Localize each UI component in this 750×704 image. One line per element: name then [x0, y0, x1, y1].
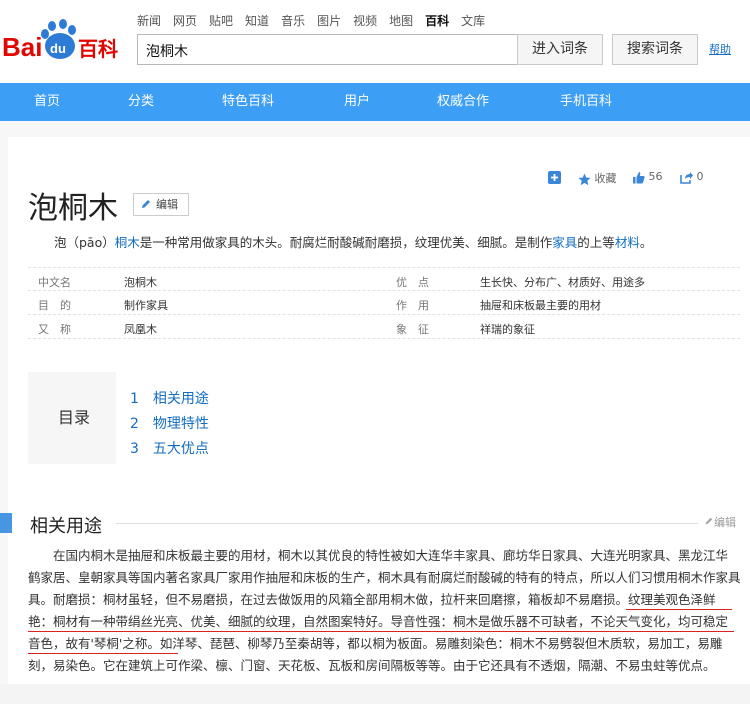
info-key: 目 的	[38, 299, 71, 312]
share-count: 0	[696, 170, 704, 183]
star-icon	[578, 173, 591, 185]
like-button[interactable]: 56	[632, 170, 663, 184]
add-icon[interactable]	[548, 170, 561, 184]
nav-user[interactable]: 用户	[344, 83, 370, 121]
share-button[interactable]: 0	[680, 170, 704, 184]
highlight-underline	[28, 653, 178, 654]
summary-part: 的上等	[577, 235, 615, 250]
nav-category[interactable]: 分类	[128, 83, 154, 121]
nav-home[interactable]: 首页	[34, 83, 60, 121]
info-key: 中文名	[38, 276, 71, 289]
link-cailiao[interactable]: 材料	[615, 235, 640, 250]
link-jiaju[interactable]: 家具	[552, 235, 577, 250]
summary-text: 泡（pāo）桐木是一种常用做家具的木头。耐腐烂耐酸碱耐磨损，纹理优美、细腻。是制…	[54, 232, 652, 251]
highlight-underline	[28, 631, 734, 632]
main-nav: 首页 分类 特色百科 用户 权威合作 手机百科	[0, 83, 750, 121]
edit-button[interactable]: 编辑	[133, 193, 189, 216]
enter-entry-button[interactable]: 进入词条	[517, 34, 603, 65]
page-gap	[0, 121, 750, 137]
pencil-icon	[705, 517, 713, 525]
section-edit-label: 编辑	[714, 516, 736, 529]
nav-featured[interactable]: 特色百科	[222, 83, 274, 121]
info-key: 象 征	[396, 323, 429, 336]
highlight-underline	[626, 609, 732, 610]
search-input[interactable]: 泡桐木	[137, 34, 518, 65]
table-of-contents: 目录 1 相关用途 2 物理特性 3 五大优点	[28, 372, 740, 464]
section-title: 相关用途	[30, 516, 102, 537]
edit-button-label: 编辑	[156, 198, 178, 211]
left-gutter	[0, 137, 8, 704]
paragraph-line: 具。耐磨损：桐材虽轻，但不易磨损，在过去做饭用的风箱全部用桐木做，拉杆来回磨擦，…	[28, 592, 716, 607]
page-title: 泡桐木	[28, 191, 118, 226]
summary-part: 。	[639, 235, 653, 250]
info-value: 生长快、分布广、材质好、用途多	[480, 276, 645, 289]
summary-part: 泡（pāo）	[54, 235, 115, 250]
info-key: 又 称	[38, 323, 71, 336]
link-tongmu[interactable]: 桐木	[115, 235, 140, 250]
topnav-baike[interactable]: 百科	[425, 14, 449, 28]
logo-du-text: du	[50, 41, 66, 56]
info-row: 又 称 凤凰木 象 征 祥瑞的象征	[28, 315, 740, 339]
page-bottom	[0, 684, 750, 704]
paragraph-line: 鹤家居、皇朝家具等国内著名家具厂家用作抽屉和床板的生产，桐木具有耐腐烂耐酸碱的特…	[28, 570, 740, 585]
topnav-video[interactable]: 视频	[353, 14, 377, 28]
share-icon	[680, 171, 693, 184]
section-divider	[116, 523, 698, 524]
info-value: 凤凰木	[124, 323, 157, 336]
paragraph-line: 刻，易染色。它在建筑上可作梁、檩、门窗、天花板、瓦板和房间隔板等等。由于它还具有…	[28, 658, 716, 673]
collect-button[interactable]: 收藏	[578, 170, 617, 186]
toc-item-physical-properties[interactable]: 2 物理特性	[130, 413, 209, 433]
paragraph-line: 艳：桐材有一种带绢丝光亮、优美、细腻的纹理，自然图案特好。导音性强：桐木是做乐器…	[28, 614, 729, 629]
info-value: 制作家具	[124, 299, 168, 312]
toc-item-five-advantages[interactable]: 3 五大优点	[130, 438, 209, 458]
nav-authority[interactable]: 权威合作	[437, 83, 489, 121]
paragraph-line: 在国内桐木是抽屉和床板最主要的用材，桐木以其优良的特性被如大连华丰家具、廊坊华日…	[53, 548, 729, 563]
info-key: 作 用	[396, 299, 429, 312]
nav-mobile[interactable]: 手机百科	[560, 83, 612, 121]
top-nav: 新闻 网页 贴吧 知道 音乐 图片 视频 地图 百科 文库	[137, 12, 497, 29]
topnav-tieba[interactable]: 贴吧	[209, 14, 233, 28]
info-key: 优 点	[396, 276, 429, 289]
thumbs-up-icon	[633, 171, 645, 183]
collect-label: 收藏	[594, 172, 617, 185]
topnav-map[interactable]: 地图	[389, 14, 413, 28]
section-paragraph: 在国内桐木是抽屉和床板最主要的用材，桐木以其优良的特性被如大连华丰家具、廊坊华日…	[28, 545, 740, 677]
topnav-web[interactable]: 网页	[173, 14, 197, 28]
topnav-music[interactable]: 音乐	[281, 14, 305, 28]
help-link[interactable]: 帮助	[709, 41, 731, 57]
section-marker	[0, 513, 12, 533]
topnav-wenku[interactable]: 文库	[461, 14, 485, 28]
info-row: 中文名 泡桐木 优 点 生长快、分布广、材质好、用途多	[28, 267, 740, 291]
info-value: 泡桐木	[124, 276, 157, 289]
search-entry-button[interactable]: 搜索词条	[612, 34, 698, 65]
logo-bai-text: Bai	[2, 32, 42, 62]
topnav-zhidao[interactable]: 知道	[245, 14, 269, 28]
info-box: 中文名 泡桐木 优 点 生长快、分布广、材质好、用途多 目 的 制作家具 作 用…	[28, 267, 740, 339]
like-count: 56	[648, 170, 663, 183]
topnav-news[interactable]: 新闻	[137, 14, 161, 28]
section-edit-button[interactable]: 编辑	[704, 514, 736, 530]
baidu-baike-logo[interactable]: Bai du 百科	[0, 18, 128, 66]
topnav-images[interactable]: 图片	[317, 14, 341, 28]
logo-baike-text: 百科	[78, 37, 118, 61]
toc-title: 目录	[58, 408, 91, 427]
info-value: 抽屉和床板最主要的用材	[480, 299, 601, 312]
info-row: 目 的 制作家具 作 用 抽屉和床板最主要的用材	[28, 291, 740, 315]
toc-item-related-uses[interactable]: 1 相关用途	[130, 388, 209, 408]
summary-part: 是一种常用做家具的木头。耐腐烂耐酸碱耐磨损，纹理优美、细腻。是制作	[139, 235, 553, 250]
paragraph-line: 音色，故有'琴桐'之称。如洋琴、琵琶、柳琴乃至秦胡等，都以桐为板面。易雕刻染色：…	[28, 636, 723, 651]
pencil-icon	[142, 200, 150, 208]
info-value: 祥瑞的象征	[480, 323, 535, 336]
